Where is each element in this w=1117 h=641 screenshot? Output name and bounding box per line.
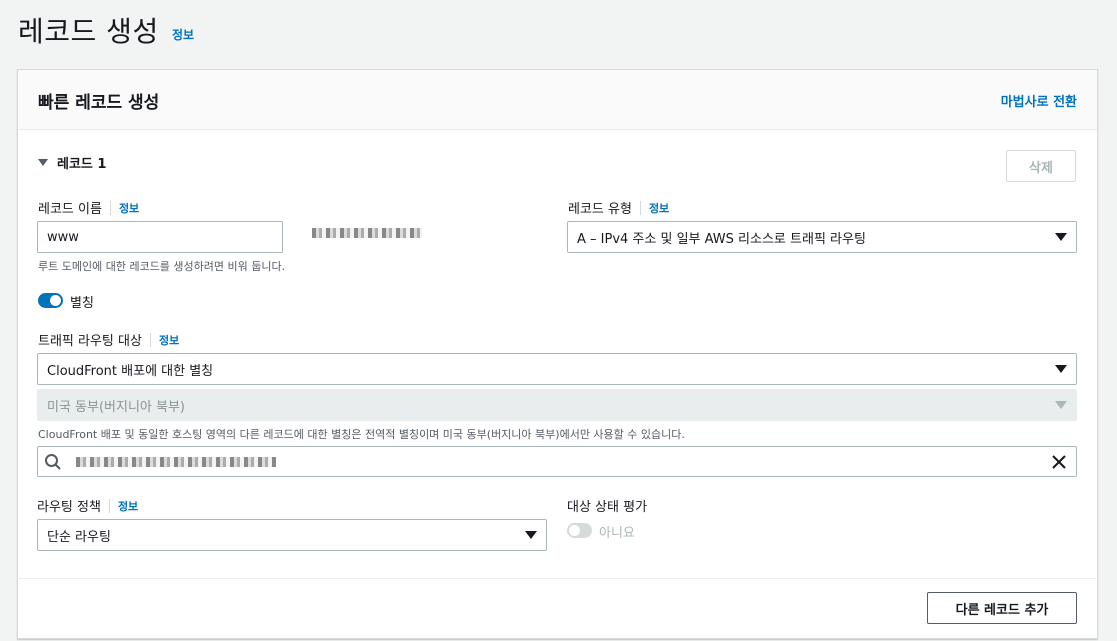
chevron-down-icon: [1055, 365, 1067, 373]
footer-divider: [17, 578, 1098, 579]
close-icon[interactable]: [1050, 453, 1068, 471]
routing-policy-label-text: 라우팅 정책: [37, 500, 101, 515]
routing-policy-label: 라우팅 정책 정보: [37, 496, 138, 515]
region-select: 미국 동부(버지니아 북부): [37, 389, 1077, 421]
chevron-down-icon: [525, 531, 537, 539]
page-title-info-link[interactable]: 정보: [172, 26, 194, 43]
health-value: 아니요: [599, 526, 635, 541]
record-type-info-link[interactable]: 정보: [649, 200, 669, 216]
chevron-down-icon: [1055, 233, 1067, 241]
record-name-input[interactable]: www: [37, 221, 283, 253]
record-1-expander[interactable]: 레코드 1: [38, 153, 106, 172]
toggle-knob: [569, 525, 580, 536]
routing-policy-info-link[interactable]: 정보: [118, 498, 138, 514]
distribution-search-input[interactable]: [37, 446, 1077, 477]
record-name-label: 레코드 이름 정보: [38, 198, 139, 217]
region-value: 미국 동부(버지니아 북부): [47, 399, 186, 415]
route-traffic-info-link[interactable]: 정보: [159, 332, 179, 348]
record-type-value: A – IPv4 주소 및 일부 AWS 리소스로 트래픽 라우팅: [577, 231, 866, 247]
routing-policy-select[interactable]: 단순 라우팅: [37, 519, 547, 551]
add-another-record-button[interactable]: 다른 레코드 추가: [927, 592, 1077, 624]
endpoint-value: CloudFront 배포에 대한 별칭: [47, 363, 214, 379]
delete-button[interactable]: 삭제: [1006, 150, 1076, 182]
panel-header: 빠른 레코드 생성 마법사로 전환: [18, 70, 1097, 130]
toggle-knob: [50, 295, 61, 306]
switch-to-wizard-link[interactable]: 마법사로 전환: [1001, 91, 1077, 110]
panel-title: 빠른 레코드 생성: [38, 93, 160, 113]
chevron-down-icon: [1055, 401, 1067, 409]
record-name-hint: 루트 도메인에 대한 레코드를 생성하려면 비워 둡니다.: [38, 260, 286, 273]
health-label: 대상 상태 평가: [567, 500, 648, 515]
distribution-value-redacted: [76, 457, 276, 467]
record-type-label-text: 레코드 유형: [568, 202, 632, 217]
routing-policy-value: 단순 라우팅: [47, 529, 111, 545]
record-type-label: 레코드 유형 정보: [568, 198, 669, 217]
alias-label: 별칭: [70, 296, 94, 311]
caret-down-icon: [38, 159, 48, 166]
quick-create-panel: 빠른 레코드 생성 마법사로 전환 레코드 1 삭제 레코드 이름 정보 www…: [17, 69, 1098, 639]
alias-toggle[interactable]: [38, 293, 63, 308]
endpoint-select[interactable]: CloudFront 배포에 대한 별칭: [37, 353, 1077, 385]
health-toggle[interactable]: [567, 523, 592, 538]
page-title: 레코드 생성: [18, 15, 159, 48]
record-name-label-text: 레코드 이름: [38, 202, 102, 217]
record-name-info-link[interactable]: 정보: [119, 200, 139, 216]
record-1-label: 레코드 1: [57, 157, 107, 172]
record-type-select[interactable]: A – IPv4 주소 및 일부 AWS 리소스로 트래픽 라우팅: [567, 221, 1077, 253]
domain-suffix-redacted: [312, 228, 422, 238]
route-traffic-label-text: 트래픽 라우팅 대상: [38, 334, 142, 349]
route-traffic-label: 트래픽 라우팅 대상 정보: [38, 330, 179, 349]
search-icon: [45, 454, 61, 470]
route-traffic-hint: CloudFront 배포 및 동일한 호스팅 영역의 다른 레코드에 대한 별…: [38, 428, 685, 441]
